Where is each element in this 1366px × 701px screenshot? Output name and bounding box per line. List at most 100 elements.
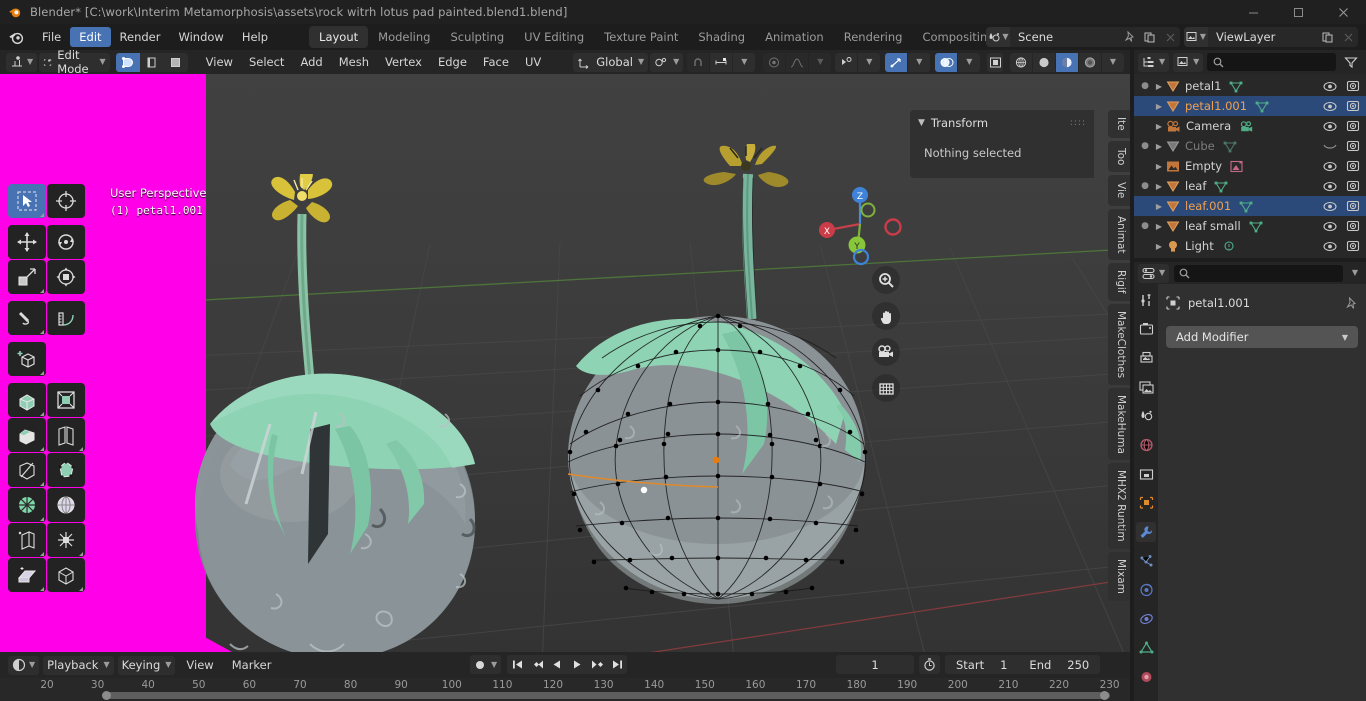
tool-add-cube[interactable] [8, 342, 46, 376]
panel-drag-handle[interactable]: :::: [1070, 118, 1086, 128]
pin-scene-icon[interactable] [1120, 27, 1140, 47]
outliner-row-leaf-small[interactable]: ● ▶ leaf small [1134, 216, 1366, 236]
properties-tab-output[interactable] [1136, 348, 1156, 368]
sidebar-tab-makeclothes[interactable]: MakeClothes [1108, 303, 1130, 385]
disable-in-renders-toggle[interactable] [1346, 220, 1360, 232]
restriction-dot[interactable]: ● [1138, 221, 1152, 231]
tool-bevel[interactable] [8, 418, 46, 452]
falloff-curve-icon[interactable] [786, 52, 809, 72]
properties-tab-render[interactable] [1136, 319, 1156, 339]
view-layer-datablock[interactable]: ▼ ViewLayer [1184, 27, 1358, 47]
tool-inset-faces[interactable] [47, 383, 85, 417]
snap-mode-icon[interactable] [710, 52, 733, 72]
play-reverse-icon[interactable] [547, 655, 567, 674]
viewport-menu-mesh[interactable]: Mesh [331, 52, 377, 72]
sidebar-tab-animation[interactable]: Animat [1108, 208, 1130, 261]
show-gizmo-toggle[interactable] [885, 52, 908, 72]
blender-menu-logo-icon[interactable] [8, 29, 25, 46]
outliner-editor-type-button[interactable]: ▼ [1138, 52, 1170, 72]
properties-tab-constraints[interactable] [1136, 609, 1156, 629]
hide-in-viewport-toggle[interactable] [1323, 81, 1337, 92]
properties-tab-collection[interactable] [1136, 464, 1156, 484]
object-data-icon[interactable] [1239, 120, 1254, 133]
remove-view-layer-icon[interactable] [1338, 27, 1358, 47]
orthographic-icon[interactable] [872, 374, 900, 402]
workspace-tab-sculpting[interactable]: Sculpting [440, 26, 514, 48]
tool-rip-region[interactable] [47, 558, 85, 592]
scene-name[interactable]: Scene [1010, 30, 1120, 44]
tool-knife[interactable] [8, 453, 46, 487]
shading-rendered[interactable] [1079, 52, 1101, 72]
end-frame-field[interactable]: End 250 [1018, 658, 1100, 672]
outliner-filter-button[interactable] [1340, 53, 1362, 72]
play-icon[interactable] [567, 655, 587, 674]
jump-next-keyframe-icon[interactable] [587, 655, 607, 674]
timeline-menu-view[interactable]: View [179, 655, 220, 675]
pan-hand-icon[interactable] [872, 302, 900, 330]
outliner-row-light[interactable]: ▶ Light [1134, 236, 1366, 256]
use-preview-range-button[interactable] [919, 655, 940, 674]
viewport-menu-uv[interactable]: UV [517, 52, 549, 72]
xray-toggle[interactable] [987, 52, 1003, 72]
select-mode-face[interactable] [163, 52, 188, 72]
tool-extrude-region[interactable] [8, 383, 46, 417]
restriction-dot[interactable]: ● [1138, 181, 1152, 191]
object-data-icon[interactable] [1249, 220, 1264, 233]
shading-material-preview[interactable] [1056, 52, 1078, 72]
tool-annotate[interactable] [8, 301, 46, 335]
menu-window[interactable]: Window [169, 27, 232, 47]
hide-in-viewport-toggle[interactable] [1323, 121, 1337, 132]
restriction-dot[interactable]: ● [1138, 81, 1152, 91]
outliner-row-petal1[interactable]: ● ▶ petal1 [1134, 76, 1366, 96]
minimize-button[interactable] [1231, 0, 1276, 24]
outliner-row-petal1-001[interactable]: ▶ petal1.001 [1134, 96, 1366, 116]
shading-wireframe[interactable] [1010, 52, 1032, 72]
falloff-dropdown[interactable]: ▼ [809, 52, 832, 72]
timeline-menu-marker[interactable]: Marker [225, 655, 279, 675]
3d-viewport[interactable]: User Perspective (1) petal1.001 Z X Y ▼ … [0, 74, 1130, 652]
tool-shear[interactable] [8, 558, 46, 592]
viewport-menu-face[interactable]: Face [475, 52, 517, 72]
outliner-display-mode-button[interactable]: ▼ [1173, 52, 1204, 72]
navigation-gizmo[interactable]: Z X Y [812, 182, 908, 266]
tool-tweak-select-box[interactable] [8, 184, 46, 218]
workspace-tab-uv-editing[interactable]: UV Editing [514, 26, 594, 48]
expand-arrow-icon[interactable]: ▶ [1152, 222, 1166, 231]
properties-tab-modifier[interactable] [1136, 522, 1156, 542]
snap-magnet-toggle[interactable] [687, 52, 710, 72]
jump-to-end-icon[interactable] [607, 655, 627, 674]
properties-options-button[interactable]: ▼ [1348, 264, 1362, 283]
object-data-icon[interactable] [1230, 160, 1244, 173]
select-mode-edge[interactable] [139, 52, 164, 72]
object-data-icon[interactable] [1229, 80, 1244, 93]
menu-render[interactable]: Render [111, 27, 170, 47]
timeline-editor-type-button[interactable]: ▼ [8, 655, 40, 675]
timeline-scroll-handle-right[interactable] [1100, 691, 1109, 700]
frame-range-fields[interactable]: Start 1 End 250 [945, 655, 1101, 674]
disable-in-renders-toggle[interactable] [1346, 180, 1360, 192]
menu-edit[interactable]: Edit [70, 27, 111, 47]
expand-arrow-icon[interactable]: ▶ [1152, 102, 1166, 111]
object-data-icon[interactable] [1223, 140, 1238, 153]
tool-transform[interactable] [47, 260, 85, 294]
viewport-menu-view[interactable]: View [198, 52, 241, 72]
tool-smooth[interactable] [47, 488, 85, 522]
outliner-row-empty[interactable]: ▶ Empty [1134, 156, 1366, 176]
expand-arrow-icon[interactable]: ▶ [1152, 122, 1166, 131]
current-frame-field[interactable]: 1 [836, 655, 914, 674]
expand-arrow-icon[interactable]: ▶ [1152, 82, 1166, 91]
workspace-tab-animation[interactable]: Animation [755, 26, 834, 48]
expand-arrow-icon[interactable]: ▶ [1152, 142, 1166, 151]
new-scene-icon[interactable] [1140, 27, 1160, 47]
menu-help[interactable]: Help [233, 27, 277, 47]
timeline-ruler[interactable]: 20 30 40 50 60 70 80 90 100 110 120 130 140 150 160 170… [0, 678, 1130, 701]
viewport-menu-select[interactable]: Select [241, 52, 292, 72]
object-data-icon[interactable] [1222, 240, 1236, 253]
jump-prev-keyframe-icon[interactable] [527, 655, 547, 674]
transform-panel-header[interactable]: ▼ Transform :::: [918, 116, 1086, 130]
properties-tab-tool[interactable] [1136, 290, 1156, 310]
disable-in-renders-toggle[interactable] [1346, 140, 1360, 152]
viewport-visibility-icon[interactable] [835, 52, 858, 72]
properties-tab-data[interactable] [1136, 638, 1156, 658]
outliner-row-camera[interactable]: ▶ Camera [1134, 116, 1366, 136]
